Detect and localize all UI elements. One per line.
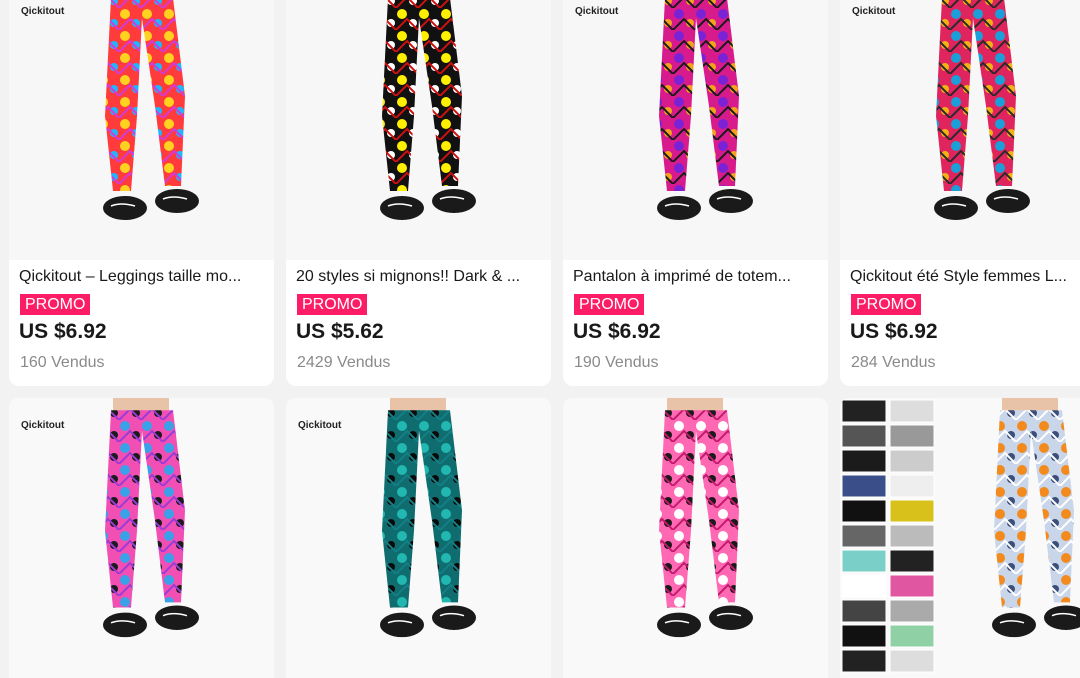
sold-count: 284 Vendus <box>851 354 936 371</box>
product-card[interactable]: Qickitout Qickitout – Leggings taille mo… <box>9 0 274 386</box>
product-price: US $5.62 <box>296 320 384 343</box>
leggings-illustration <box>657 0 753 220</box>
product-image[interactable] <box>840 398 1080 678</box>
product-image[interactable]: Qickitout <box>286 398 551 678</box>
product-price: US $6.92 <box>573 320 661 343</box>
product-price: US $6.92 <box>850 320 938 343</box>
leggings-illustration <box>934 0 1030 220</box>
product-image[interactable]: Qickitout <box>9 0 274 260</box>
product-card[interactable]: Qickitout Pantalon à imprimé de totem...… <box>563 0 828 386</box>
product-card[interactable]: 20 styles si mignons!! Dark & ... PROMO … <box>286 0 551 386</box>
product-image[interactable] <box>563 398 828 678</box>
product-title[interactable]: Qickitout été Style femmes L... <box>850 268 1080 286</box>
product-card[interactable]: Qickitout <box>9 398 274 678</box>
sold-count: 190 Vendus <box>574 354 659 371</box>
product-title[interactable]: Pantalon à imprimé de totem... <box>573 268 821 286</box>
promo-badge: PROMO <box>297 294 368 315</box>
product-grid: Qickitout Qickitout – Leggings taille mo… <box>0 0 1080 678</box>
leggings-illustration <box>380 0 476 220</box>
product-card[interactable] <box>840 398 1080 678</box>
leggings-illustration <box>657 398 753 638</box>
promo-badge: PROMO <box>851 294 922 315</box>
leggings-illustration <box>103 398 199 638</box>
product-image[interactable]: Qickitout <box>563 0 828 260</box>
product-card[interactable]: Qickitout <box>286 398 551 678</box>
promo-badge: PROMO <box>20 294 91 315</box>
product-image[interactable]: Qickitout <box>9 398 274 678</box>
product-price: US $6.92 <box>19 320 107 343</box>
sold-count: 2429 Vendus <box>297 354 391 371</box>
leggings-illustration <box>380 398 476 638</box>
leggings-illustration <box>103 0 199 220</box>
product-title[interactable]: Qickitout – Leggings taille mo... <box>19 268 267 286</box>
sold-count: 160 Vendus <box>20 354 105 371</box>
promo-badge: PROMO <box>574 294 645 315</box>
product-image[interactable]: Qickitout <box>840 0 1080 260</box>
product-image[interactable] <box>286 0 551 260</box>
leggings-illustration <box>992 398 1080 638</box>
product-card[interactable] <box>563 398 828 678</box>
product-card[interactable]: Qickitout Qickitout été Style femmes L..… <box>840 0 1080 386</box>
product-title[interactable]: 20 styles si mignons!! Dark & ... <box>296 268 544 286</box>
